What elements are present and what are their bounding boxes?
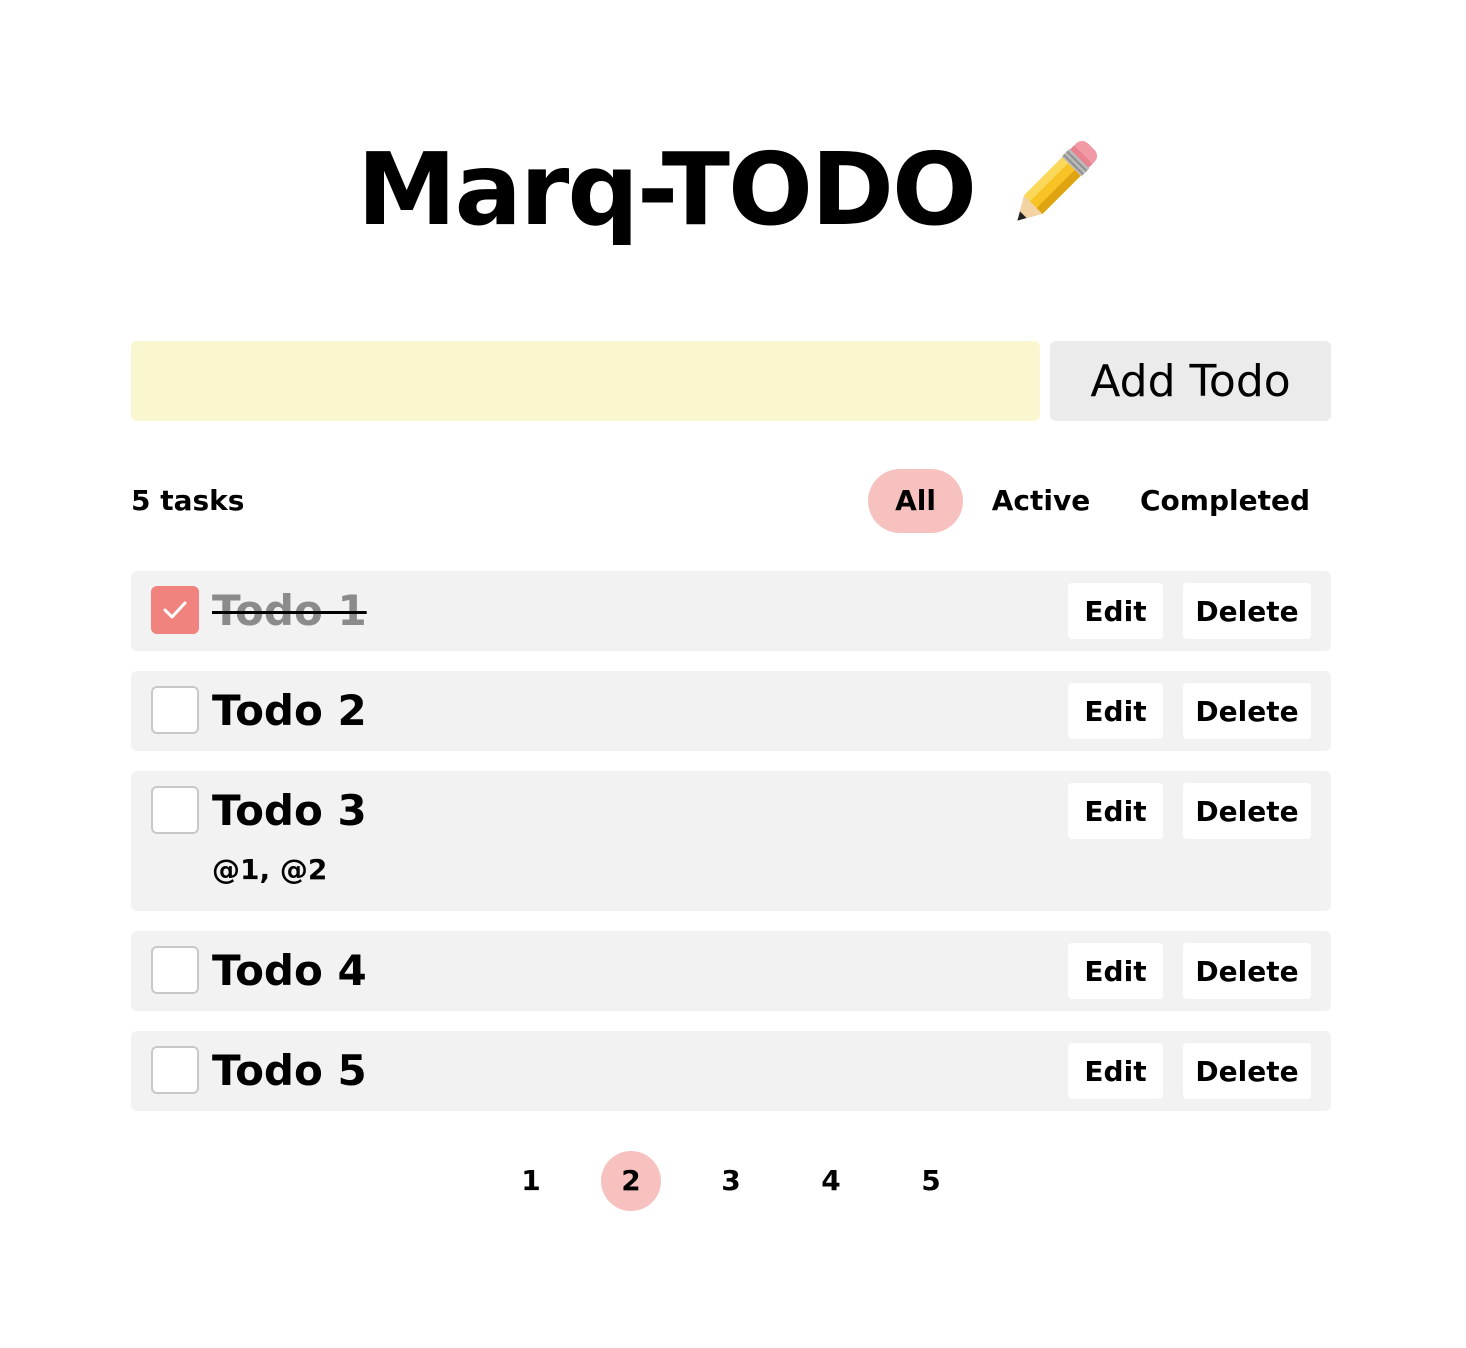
edit-button[interactable]: Edit xyxy=(1068,1043,1163,1099)
todo-checkbox[interactable] xyxy=(151,586,199,634)
todo-checkbox[interactable] xyxy=(151,686,199,734)
task-count: 5 tasks xyxy=(131,484,245,517)
page-title: Marq-TODO xyxy=(357,131,977,248)
filter-bar: 5 tasks All Active Completed xyxy=(131,469,1331,533)
todo-item: Todo 1 Edit Delete xyxy=(131,571,1331,651)
todo-item: Todo 4 Edit Delete xyxy=(131,931,1331,1011)
todo-text: Todo 2 xyxy=(212,686,367,735)
page-button-1[interactable]: 1 xyxy=(501,1151,561,1211)
edit-button[interactable]: Edit xyxy=(1068,783,1163,839)
page-button-3[interactable]: 3 xyxy=(701,1151,761,1211)
header: Marq-TODO xyxy=(0,120,1466,260)
todo-text: Todo 5 xyxy=(212,1046,367,1095)
edit-button[interactable]: Edit xyxy=(1068,683,1163,739)
delete-button[interactable]: Delete xyxy=(1183,943,1311,999)
todo-item: Todo 3 @1, @2 Edit Delete xyxy=(131,771,1331,911)
pencil-icon xyxy=(1017,140,1098,221)
page-button-4[interactable]: 4 xyxy=(801,1151,861,1211)
todo-text: Todo 3 xyxy=(212,786,367,835)
add-todo-form: Add Todo xyxy=(131,341,1331,421)
page-button-5[interactable]: 5 xyxy=(901,1151,961,1211)
new-todo-input[interactable] xyxy=(131,341,1040,421)
todo-mentions: @1, @2 xyxy=(212,853,328,886)
delete-button[interactable]: Delete xyxy=(1183,1043,1311,1099)
pagination: 1 2 3 4 5 xyxy=(501,1151,961,1211)
todo-checkbox[interactable] xyxy=(151,786,199,834)
edit-button[interactable]: Edit xyxy=(1068,943,1163,999)
todo-checkbox[interactable] xyxy=(151,1046,199,1094)
todo-text: Todo 1 xyxy=(212,586,367,635)
delete-button[interactable]: Delete xyxy=(1183,783,1311,839)
checkmark-icon xyxy=(163,601,187,619)
todo-item: Todo 5 Edit Delete xyxy=(131,1031,1331,1111)
filter-active[interactable]: Active xyxy=(979,469,1103,533)
add-todo-button[interactable]: Add Todo xyxy=(1050,341,1331,421)
todo-item: Todo 2 Edit Delete xyxy=(131,671,1331,751)
edit-button[interactable]: Edit xyxy=(1068,583,1163,639)
page-button-2[interactable]: 2 xyxy=(601,1151,661,1211)
filter-all[interactable]: All xyxy=(868,469,963,533)
todo-checkbox[interactable] xyxy=(151,946,199,994)
todo-text: Todo 4 xyxy=(212,946,367,995)
filter-completed[interactable]: Completed xyxy=(1135,469,1315,533)
delete-button[interactable]: Delete xyxy=(1183,683,1311,739)
delete-button[interactable]: Delete xyxy=(1183,583,1311,639)
